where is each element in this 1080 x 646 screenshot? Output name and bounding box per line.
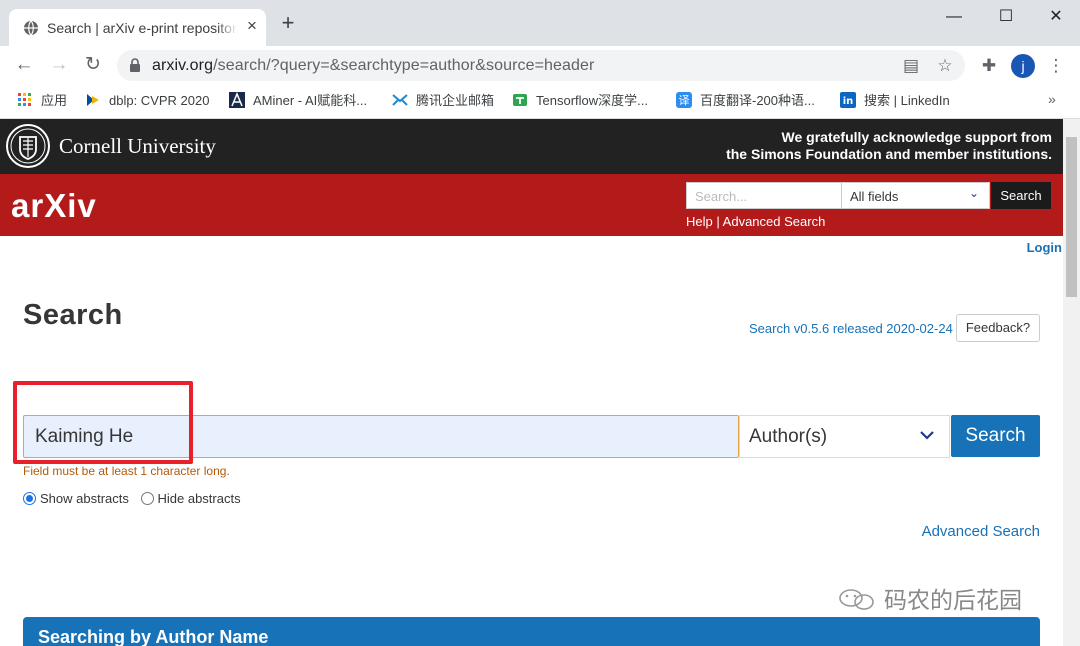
translate-icon[interactable]: ▤ <box>901 56 921 76</box>
tensorflow-icon <box>513 94 527 106</box>
cornell-seal-icon[interactable] <box>5 123 51 169</box>
aminer-icon <box>229 92 245 108</box>
bookmark-baidu-translate[interactable]: 译 百度翻译-200种语... <box>676 91 815 111</box>
tencent-mail-icon <box>392 94 408 106</box>
arxiv-logo[interactable]: arXiv <box>11 187 97 225</box>
header-search-input[interactable]: Search... <box>686 182 842 209</box>
login-link[interactable]: Login <box>1027 240 1062 255</box>
svg-text:译: 译 <box>679 94 690 107</box>
back-icon[interactable]: ← <box>13 54 35 76</box>
bookmarks-bar: 应用 dblp: CVPR 2020 AMiner - AI赋能科... 腾讯企… <box>0 85 1080 119</box>
bookmark-tensorflow[interactable]: Tensorflow深度学... <box>512 91 648 111</box>
acknowledgement[interactable]: We gratefully acknowledge support from t… <box>726 129 1052 163</box>
reload-icon[interactable]: ↻ <box>82 54 104 76</box>
chevron-down-icon <box>920 431 934 440</box>
close-icon[interactable]: × <box>243 17 261 35</box>
abstracts-radio-group: Show abstracts Hide abstracts <box>23 491 249 506</box>
cornell-header: Cornell University We gratefully acknowl… <box>0 119 1063 174</box>
feedback-button[interactable]: Feedback? <box>956 314 1040 342</box>
wechat-icon <box>839 589 874 610</box>
header-links: Help | Advanced Search <box>686 214 826 229</box>
url-text: arxiv.org/search/?query=&searchtype=auth… <box>152 57 595 74</box>
bookmark-aminer[interactable]: AMiner - AI赋能科... <box>229 91 367 111</box>
bookmark-tencent-mail[interactable]: 腾讯企业邮箱 <box>392 91 494 111</box>
bookmark-star-icon[interactable]: ☆ <box>935 56 955 76</box>
scrollbar-thumb[interactable] <box>1066 137 1077 297</box>
bookmarks-overflow-icon[interactable]: » <box>1048 91 1056 107</box>
bookmark-apps[interactable]: 应用 <box>17 91 67 111</box>
globe-icon <box>24 20 38 36</box>
arxiv-header: arXiv Search... All fields ⌄ Search Help… <box>0 174 1063 236</box>
linkedin-icon: in <box>840 92 856 108</box>
window-close-icon[interactable]: ✕ <box>1044 6 1068 28</box>
baidu-translate-icon: 译 <box>676 92 692 108</box>
svg-text:in: in <box>843 96 854 107</box>
cornell-university-link[interactable]: Cornell University <box>59 134 216 159</box>
show-abstracts-radio[interactable]: Show abstracts <box>23 491 129 506</box>
help-link[interactable]: Help <box>686 214 713 229</box>
bookmark-dblp[interactable]: dblp: CVPR 2020 <box>85 91 209 111</box>
lock-icon <box>130 58 140 72</box>
header-advanced-search-link[interactable]: Advanced Search <box>723 214 826 229</box>
browser-tab-bar: Search | arXiv e-print repository × + — … <box>0 0 1080 46</box>
dblp-icon <box>87 94 99 106</box>
advanced-search-link[interactable]: Advanced Search <box>922 523 1040 540</box>
highlight-annotation <box>13 381 193 464</box>
page-viewport: Cornell University We gratefully acknowl… <box>0 119 1063 646</box>
new-tab-button[interactable]: + <box>278 12 298 34</box>
chevron-down-icon: ⌄ <box>968 186 979 200</box>
address-bar[interactable]: arxiv.org/search/?query=&searchtype=auth… <box>117 50 965 81</box>
search-field-select[interactable]: Author(s) <box>739 415 950 458</box>
profile-avatar[interactable]: j <box>1011 54 1035 78</box>
forward-icon[interactable]: → <box>48 54 70 76</box>
menu-kebab-icon[interactable]: ⋮ <box>1045 55 1067 77</box>
hide-abstracts-radio[interactable]: Hide abstracts <box>140 491 241 506</box>
validation-message: Field must be at least 1 character long. <box>23 464 230 478</box>
radio-selected-icon <box>23 492 36 505</box>
header-search-button[interactable]: Search <box>991 182 1051 209</box>
page-title: Search <box>23 299 123 331</box>
apps-grid-icon <box>18 93 31 106</box>
extensions-icon[interactable]: ✚ <box>978 55 1000 77</box>
author-search-info-box: Searching by Author Name <box>23 617 1040 646</box>
bookmark-linkedin[interactable]: in 搜索 | LinkedIn <box>840 91 950 111</box>
browser-tab[interactable]: Search | arXiv e-print repository × <box>9 9 266 46</box>
page-scrollbar[interactable] <box>1063 119 1080 646</box>
wechat-watermark: 码农的后花园 <box>838 581 1022 615</box>
browser-toolbar: ← → ↻ arxiv.org/search/?query=&searchtyp… <box>0 46 1080 85</box>
header-field-select[interactable]: All fields ⌄ <box>842 182 990 209</box>
tab-title: Search | arXiv e-print repository <box>47 20 237 36</box>
info-box-title: Searching by Author Name <box>38 627 269 646</box>
maximize-icon[interactable]: ☐ <box>994 6 1018 28</box>
radio-empty-icon <box>140 492 154 505</box>
minimize-icon[interactable]: — <box>942 6 966 28</box>
search-button[interactable]: Search <box>951 415 1040 457</box>
version-link[interactable]: Search v0.5.6 released 2020-02-24 <box>749 321 953 336</box>
